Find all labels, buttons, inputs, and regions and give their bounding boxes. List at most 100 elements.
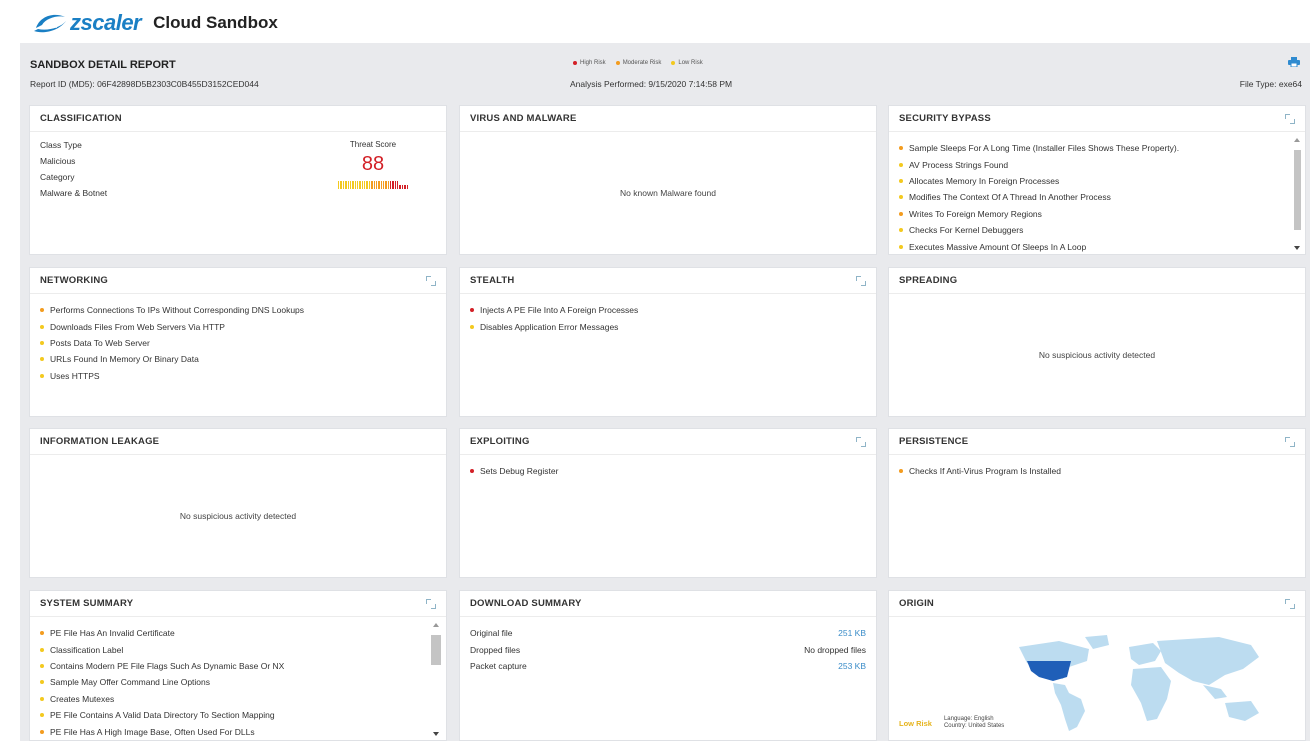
- expand-icon[interactable]: [856, 275, 866, 286]
- low-risk-dot-icon: [40, 324, 44, 329]
- threat-meter-bar: [338, 181, 340, 189]
- card-header: SPREADING: [889, 268, 1305, 294]
- low-risk-dot-icon: [40, 680, 44, 685]
- low-risk-dot-icon: [40, 696, 44, 701]
- packet-capture-link[interactable]: 253 KB: [838, 661, 866, 671]
- finding-item: Modifies The Context Of A Thread In Anot…: [899, 189, 1295, 205]
- empty-message: No suspicious activity detected: [179, 511, 297, 521]
- threat-meter-bar: [378, 181, 380, 189]
- high-risk-dot-icon: [573, 61, 577, 65]
- low-risk-dot-icon: [671, 61, 676, 65]
- threat-meter-bar: [401, 185, 404, 189]
- card-title: INFORMATION LEAKAGE: [40, 436, 160, 447]
- expand-icon[interactable]: [426, 598, 436, 609]
- report-id: Report ID (MD5): 06F42898D5B2303C0B455D3…: [30, 79, 259, 89]
- moderate-risk-dot-icon: [40, 631, 44, 636]
- threat-meter-bar: [392, 181, 394, 189]
- original-file-link[interactable]: 251 KB: [838, 628, 866, 638]
- scroll-up-icon[interactable]: [433, 623, 439, 627]
- expand-icon[interactable]: [426, 275, 436, 286]
- low-risk-dot-icon: [40, 713, 44, 718]
- scrollbar[interactable]: [431, 623, 441, 736]
- expand-icon[interactable]: [1285, 113, 1295, 124]
- card-title: CLASSIFICATION: [40, 113, 122, 124]
- scroll-thumb[interactable]: [1294, 150, 1301, 230]
- threat-meter-bar: [364, 181, 366, 189]
- print-icon[interactable]: [1288, 57, 1300, 68]
- card-header: NETWORKING: [30, 268, 446, 294]
- finding-item: Injects A PE File Into A Foreign Process…: [470, 302, 866, 318]
- low-risk-dot-icon: [899, 244, 903, 249]
- low-risk-dot-icon: [40, 647, 44, 652]
- finding-item: PE File Has An Invalid Certificate: [40, 625, 436, 641]
- virus-malware-card: VIRUS AND MALWARE No known Malware found: [459, 105, 877, 255]
- moderate-risk-dot-icon: [40, 729, 44, 734]
- threat-meter-bar: [366, 181, 368, 189]
- threat-meter-bar: [375, 181, 378, 189]
- scroll-up-icon[interactable]: [1294, 138, 1300, 142]
- category-value: Malware & Botnet: [40, 188, 108, 198]
- high-risk-dot-icon: [470, 308, 474, 313]
- threat-meter-bar: [356, 181, 359, 189]
- finding-item: Downloads Files From Web Servers Via HTT…: [40, 318, 436, 334]
- origin-risk: Low Risk: [899, 718, 932, 728]
- finding-list: Checks If Anti-Virus Program Is Installe…: [899, 463, 1295, 479]
- threat-meter-bar: [397, 181, 399, 189]
- card-title: ORIGIN: [899, 598, 934, 609]
- threat-score-panel: Threat Score 88: [338, 140, 408, 189]
- threat-meter-bar: [361, 181, 364, 189]
- expand-icon[interactable]: [856, 436, 866, 447]
- finding-item: Creates Mutexes: [40, 691, 436, 707]
- threat-meter-bar: [390, 181, 392, 189]
- low-risk-dot-icon: [899, 162, 903, 167]
- origin-country: Country: United States: [943, 723, 1005, 729]
- product-name: Cloud Sandbox: [153, 13, 278, 32]
- zscaler-logo-icon: [32, 12, 68, 34]
- moderate-risk-dot-icon: [899, 469, 903, 474]
- origin-card: ORIGIN Low Risk Language: English Countr…: [888, 590, 1306, 741]
- card-header: PERSISTENCE: [889, 429, 1305, 455]
- finding-item: Contains Modern PE File Flags Such As Dy…: [40, 658, 436, 674]
- scrollbar[interactable]: [1294, 138, 1301, 250]
- threat-meter-bar: [382, 181, 385, 189]
- expand-icon[interactable]: [1285, 436, 1295, 447]
- world-map[interactable]: [989, 627, 1289, 737]
- threat-meter-bar: [352, 181, 354, 189]
- finding-item: Performs Connections To IPs Without Corr…: [40, 302, 436, 318]
- threat-meter-bar: [342, 181, 345, 189]
- low-risk-dot-icon: [40, 663, 44, 668]
- expand-icon[interactable]: [1285, 598, 1295, 609]
- empty-message: No suspicious activity detected: [1038, 350, 1156, 360]
- card-header: DOWNLOAD SUMMARY: [460, 591, 876, 617]
- system-summary-card: SYSTEM SUMMARY PE File Has An Invalid Ce…: [29, 590, 447, 741]
- finding-item: Checks For Kernel Debuggers: [899, 222, 1295, 238]
- networking-card: NETWORKING Performs Connections To IPs W…: [29, 267, 447, 417]
- file-type: File Type: exe64: [1239, 79, 1302, 89]
- spreading-card: SPREADING No suspicious activity detecte…: [888, 267, 1306, 417]
- threat-meter-bar: [399, 185, 401, 189]
- low-risk-dot-icon: [40, 373, 44, 378]
- threat-meter-bar: [385, 181, 387, 189]
- card-title: SPREADING: [899, 275, 958, 286]
- finding-item: Executes Massive Amount Of Sleeps In A L…: [899, 238, 1295, 254]
- finding-item: Uses HTTPS: [40, 368, 436, 384]
- card-title: DOWNLOAD SUMMARY: [470, 598, 582, 609]
- finding-item: Classification Label: [40, 641, 436, 657]
- brand-header: zscaler Cloud Sandbox: [32, 8, 278, 38]
- scroll-down-icon[interactable]: [433, 732, 439, 736]
- finding-item: AV Process Strings Found: [899, 156, 1295, 172]
- card-title: VIRUS AND MALWARE: [470, 113, 577, 124]
- moderate-risk-dot-icon: [899, 146, 903, 151]
- low-risk-dot-icon: [899, 228, 903, 233]
- scroll-down-icon[interactable]: [1294, 246, 1300, 250]
- threat-meter-bar: [371, 181, 373, 189]
- high-risk-dot-icon: [470, 469, 474, 474]
- threat-meter-bar: [387, 181, 390, 189]
- finding-list: PE File Has An Invalid Certificate Classi…: [40, 625, 436, 740]
- threat-score-label: Threat Score: [349, 140, 397, 149]
- finding-item: Disables Application Error Messages: [470, 318, 866, 334]
- scroll-thumb[interactable]: [431, 635, 441, 665]
- low-risk-dot-icon: [40, 340, 44, 345]
- card-header: SYSTEM SUMMARY: [30, 591, 446, 617]
- finding-item: PE File Has A High Image Base, Often Use…: [40, 723, 436, 739]
